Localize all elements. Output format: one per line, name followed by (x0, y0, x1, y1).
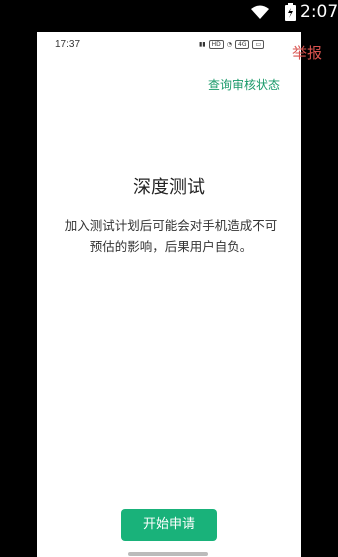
report-link[interactable]: 举报 (292, 42, 322, 63)
battery-icon (285, 3, 296, 21)
signal-icon: ▮▮ (199, 41, 206, 48)
hd-icon: HD (208, 40, 224, 49)
description-text: 加入测试计划后可能会对手机造成不可预估的影响，后果用户自负。 (64, 218, 278, 254)
screen: 2:07 17:37 ▮▮ HD ◔ 4G ▭ 举报 查询审核状态 深度测试 加… (0, 0, 338, 557)
battery-icon: ▭ (252, 40, 265, 49)
phone-screen: 17:37 ▮▮ HD ◔ 4G ▭ (37, 32, 301, 557)
home-indicator[interactable] (128, 552, 208, 556)
outer-status-time: 2:07 (300, 2, 338, 22)
page-title: 深度测试 (133, 177, 205, 198)
inner-status-icons: ▮▮ HD ◔ 4G ▭ (199, 40, 265, 49)
wifi-icon (251, 5, 269, 19)
wifi-icon: ◔ (226, 41, 232, 48)
inner-status-time: 17:37 (55, 39, 81, 50)
start-application-button[interactable]: 开始申请 (121, 509, 217, 541)
4g-icon: 4G (235, 40, 250, 49)
query-status-link[interactable]: 查询审核状态 (208, 76, 280, 93)
inner-status-bar: 17:37 ▮▮ HD ◔ 4G ▭ (37, 32, 301, 56)
outer-status-bar: 2:07 (0, 0, 338, 28)
